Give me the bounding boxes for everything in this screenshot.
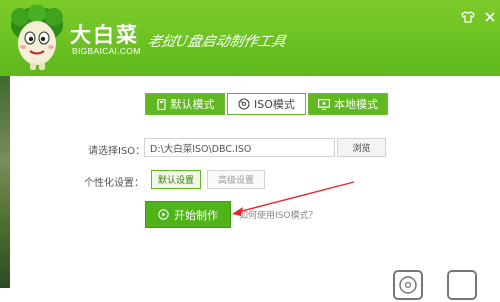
play-circle-icon [158,209,169,220]
advanced-settings-button[interactable]: 高级设置 [207,170,265,189]
box-icon[interactable] [447,270,477,300]
tab-iso-mode[interactable]: ISO模式 [227,93,306,115]
tab-label: 本地模式 [334,98,378,111]
slogan: 老挝U盘启动制作工具 [146,34,288,50]
iso-path-input[interactable] [144,138,335,157]
start-button[interactable]: 开始制作 [145,201,231,228]
mode-tabs: 默认模式 ISO模式 本地模式 [145,93,390,117]
tab-local-mode[interactable]: 本地模式 [308,93,388,115]
disc-icon[interactable] [393,270,423,300]
default-settings-button[interactable]: 默认设置 [151,170,201,189]
background-strip [0,76,10,288]
tab-default-mode[interactable]: 默认模式 [145,93,225,115]
tab-label: ISO模式 [254,98,295,111]
browse-button[interactable]: 浏览 [337,138,386,157]
iso-help-link[interactable]: 如何使用ISO模式？ [239,208,317,221]
disc-icon [238,98,250,110]
close-icon[interactable] [483,10,497,24]
personalize-label: 个性化设置： [84,178,144,189]
monitor-icon [318,98,330,110]
brand-name: 大白菜 [70,23,139,47]
tab-label: 默认模式 [170,98,215,111]
start-label: 开始制作 [174,208,218,222]
app-header: 大白菜 BIGBAICAI.COM 老挝U盘启动制作工具 [0,0,500,76]
usb-icon [156,98,167,110]
shirt-skin-icon[interactable] [461,10,475,24]
cabbage-mascot-logo [11,5,63,70]
iso-select-label: 请选择ISO： [88,146,146,157]
brand-domain: BIGBAICAI.COM [72,46,141,56]
